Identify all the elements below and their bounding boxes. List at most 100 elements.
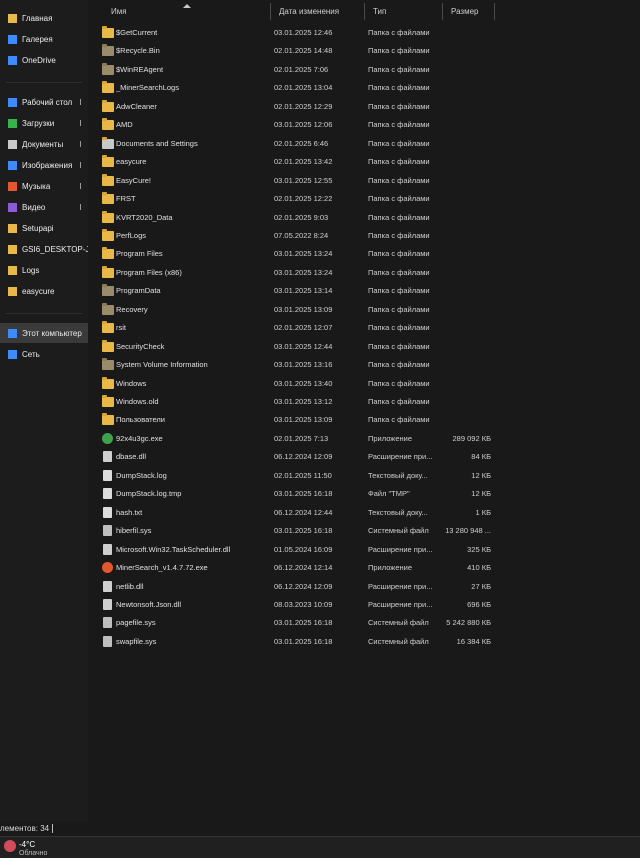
file-row[interactable]: DumpStack.log.tmp 03.01.2025 16:18 Файл "T…: [89, 485, 640, 503]
sidebar-item[interactable]: Этот компьютер: [0, 323, 88, 343]
file-type: Расширение при...: [368, 452, 433, 462]
sidebar-item[interactable]: Галерея: [0, 29, 88, 49]
file-size: 5 242 880 КБ: [446, 618, 491, 628]
file-date: 03.01.2025 13:24: [274, 249, 333, 259]
pin-icon[interactable]: [80, 162, 85, 168]
file-type: Приложение: [368, 563, 412, 573]
file-row[interactable]: PerfLogs 07.05.2022 8:24 Папка с файлами: [89, 227, 640, 245]
file-size: [443, 393, 491, 411]
sidebar-item[interactable]: Загрузки: [0, 113, 88, 133]
column-header-name[interactable]: Имя: [89, 3, 271, 20]
file-row[interactable]: FRST 02.01.2025 12:22 Папка с файлами: [89, 190, 640, 208]
file-size: [443, 375, 491, 393]
file-row[interactable]: $WinREAgent 02.01.2025 7:06 Папка с файлам…: [89, 61, 640, 79]
file-row[interactable]: System Volume Information 03.01.2025 13:1…: [89, 356, 640, 374]
file-name: PerfLogs: [116, 230, 147, 240]
column-header-date[interactable]: Дата изменения: [271, 3, 365, 20]
video-icon: [8, 202, 17, 212]
file-row[interactable]: EasyCure! 03.01.2025 12:55 Папка с файлами: [89, 172, 640, 190]
file-row[interactable]: netlib.dll 06.12.2024 12:09 Расширение при…: [89, 578, 640, 596]
file-row[interactable]: ProgramData 03.01.2025 13:14 Папка с файла…: [89, 282, 640, 300]
file-name: MinerSearch_v1.4.7.72.exe: [116, 563, 208, 573]
desktop-icon: [8, 97, 17, 107]
file-name: 92x4u3gc.exe: [116, 433, 163, 443]
sidebar-item-label: OneDrive: [22, 55, 56, 65]
sidebar-item[interactable]: Главная: [0, 8, 88, 28]
file-row[interactable]: DumpStack.log 02.01.2025 11:50 Текстовый д…: [89, 467, 640, 485]
weather-icon[interactable]: [4, 840, 16, 852]
folder-icon: [102, 118, 114, 131]
file-name: _MinerSearchLogs: [116, 83, 179, 93]
file-date: 03.01.2025 13:09: [274, 304, 333, 314]
file-row[interactable]: 92x4u3gc.exe 02.01.2025 7:13 Приложение 289…: [89, 430, 640, 448]
folder-icon: [102, 26, 114, 38]
folder-icon: [8, 265, 17, 275]
file-row[interactable]: KVRT2020_Data 02.01.2025 9:03 Папка с файл…: [89, 209, 640, 227]
file-type: Системный файл: [368, 618, 429, 628]
file-name: Microsoft.Win32.TaskScheduler.dll: [116, 544, 231, 554]
file-row[interactable]: AdwCleaner 02.01.2025 12:29 Папка с файлам…: [89, 98, 640, 116]
file-row[interactable]: hash.txt 06.12.2024 12:44 Текстовый доку..…: [89, 504, 640, 522]
sidebar-item-label: Logs: [22, 265, 40, 275]
file-row[interactable]: swapfile.sys 03.01.2025 16:18 Системный фа…: [89, 633, 640, 651]
file-date: 03.01.2025 13:24: [274, 267, 333, 277]
file-row[interactable]: Microsoft.Win32.TaskScheduler.dll 01.05.2…: [89, 541, 640, 559]
file-size: 84 КБ: [471, 452, 491, 462]
file-type: Папка с файлами: [368, 212, 430, 222]
sidebar-item[interactable]: Видео: [0, 197, 88, 217]
computer-icon: [8, 328, 17, 338]
file-row[interactable]: $Recycle.Bin 02.01.2025 14:48 Папка с файл…: [89, 42, 640, 60]
file-name: ProgramData: [116, 286, 161, 296]
pin-icon[interactable]: [80, 183, 85, 189]
file-row[interactable]: pagefile.sys 03.01.2025 16:18 Системный фа…: [89, 614, 640, 632]
sidebar-item[interactable]: Музыка: [0, 176, 88, 196]
folder-icon: [102, 376, 114, 389]
pin-icon[interactable]: [80, 120, 85, 126]
pin-icon[interactable]: [80, 141, 85, 147]
file-type: Папка с файлами: [368, 249, 430, 259]
file-row[interactable]: Пользователи 03.01.2025 13:09 Папка с файл…: [89, 411, 640, 429]
file-name: Пользователи: [116, 415, 165, 425]
file-row[interactable]: $GetCurrent 03.01.2025 12:46 Папка с файла…: [89, 24, 640, 42]
pin-icon[interactable]: [80, 204, 85, 210]
file-row[interactable]: Newtonsoft.Json.dll 08.03.2023 10:09 Расши…: [89, 596, 640, 614]
file-date: 02.01.2025 7:06: [274, 64, 329, 74]
weather-condition[interactable]: Облачно: [19, 850, 47, 857]
file-row[interactable]: Program Files 03.01.2025 13:24 Папка с фай…: [89, 245, 640, 263]
weather-temperature[interactable]: -4°C: [19, 840, 35, 849]
folder-icon: [102, 395, 114, 407]
file-row[interactable]: Program Files (x86) 03.01.2025 13:24 Папка…: [89, 264, 640, 282]
column-header-type[interactable]: Тип: [365, 3, 443, 20]
sidebar-item[interactable]: Logs: [0, 260, 88, 280]
folder-icon: [102, 155, 114, 168]
file-row[interactable]: AMD 03.01.2025 12:06 Папка с файлами: [89, 116, 640, 134]
file-row[interactable]: Recovery 03.01.2025 13:09 Папка с файлами: [89, 301, 640, 319]
sidebar-item-label: Видео: [22, 202, 46, 212]
sidebar-item[interactable]: GSI6_DESKTOP-JML: [0, 239, 88, 259]
sidebar-item[interactable]: Рабочий стол: [0, 92, 88, 112]
file-row[interactable]: hiberfil.sys 03.01.2025 16:18 Системный фа…: [89, 522, 640, 540]
file-row[interactable]: dbase.dll 06.12.2024 12:09 Расширение при.…: [89, 448, 640, 466]
sidebar-item-label: Загрузки: [22, 118, 55, 128]
column-header-size[interactable]: Размер: [443, 3, 495, 20]
document-icon: [103, 506, 112, 518]
pictures-icon: [8, 160, 17, 170]
file-row[interactable]: Windows.old 03.01.2025 13:12 Папка с файла…: [89, 393, 640, 411]
file-row[interactable]: rsit 02.01.2025 12:07 Папка с файлами: [89, 319, 640, 337]
system-folder-icon: [102, 62, 114, 75]
file-row[interactable]: Documents and Settings 02.01.2025 6:46 Пап…: [89, 135, 640, 153]
sidebar-item[interactable]: easycure: [0, 281, 88, 301]
sidebar-item[interactable]: Документы: [0, 134, 88, 154]
file-date: 03.01.2025 12:46: [274, 28, 333, 37]
sidebar-item[interactable]: Сеть: [0, 344, 88, 364]
file-row[interactable]: easycure 02.01.2025 13:42 Папка с файлами: [89, 153, 640, 171]
pin-icon[interactable]: [80, 99, 85, 105]
file-row[interactable]: _MinerSearchLogs 02.01.2025 13:04 Папка с …: [89, 79, 640, 97]
sidebar-item[interactable]: Изображения: [0, 155, 88, 175]
system-folder-icon: [102, 358, 114, 371]
file-row[interactable]: Windows 03.01.2025 13:40 Папка с файлами: [89, 375, 640, 393]
sidebar-item[interactable]: OneDrive: [0, 50, 88, 70]
sidebar-item[interactable]: Setupapi: [0, 218, 88, 238]
file-row[interactable]: SecurityCheck 03.01.2025 12:44 Папка с фай…: [89, 338, 640, 356]
file-row[interactable]: MinerSearch_v1.4.7.72.exe 06.12.2024 12:1…: [89, 559, 640, 577]
